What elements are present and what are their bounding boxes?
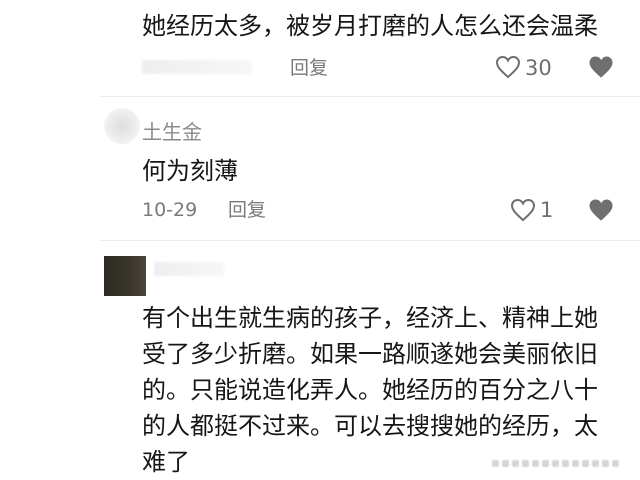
avatar[interactable] (104, 256, 146, 296)
comment-divider (100, 240, 640, 241)
comment-2-username[interactable]: 土生金 (142, 120, 202, 144)
comment-3-line-4: 的人都挺不过来。可以去搜搜她的经历，太 (142, 412, 598, 440)
comment-3-line-3: 的。只能说造化弄人。她经历的百分之八十 (142, 376, 598, 404)
broken-heart-icon[interactable] (588, 55, 614, 79)
comment-2-reply-button[interactable]: 回复 (228, 198, 266, 222)
comment-2-text: 何为刻薄 (142, 157, 238, 185)
comment-1-reply-button[interactable]: 回复 (290, 56, 328, 80)
comment-3-line-1: 有个出生就生病的孩子，经济上、精神上她 (142, 304, 598, 332)
comment-2-date: 10-29 (142, 199, 198, 221)
heart-outline-icon[interactable] (495, 55, 521, 79)
comment-1-date-blur (142, 60, 252, 74)
username-blur (154, 262, 224, 276)
comment-1-text: 她经历太多，被岁月打磨的人怎么还会温柔 (142, 12, 598, 40)
comment-divider (100, 96, 640, 97)
heart-outline-icon[interactable] (510, 198, 536, 222)
broken-heart-icon[interactable] (588, 198, 614, 222)
comment-3-line-2: 受了多少折磨。如果一路顺遂她会美丽依旧 (142, 340, 598, 368)
comment-1-like-count: 30 (525, 56, 552, 80)
watermark (492, 452, 632, 467)
avatar[interactable] (104, 108, 140, 144)
comment-3-line-5: 难了 (142, 448, 190, 476)
comment-2-like-count: 1 (540, 198, 554, 222)
